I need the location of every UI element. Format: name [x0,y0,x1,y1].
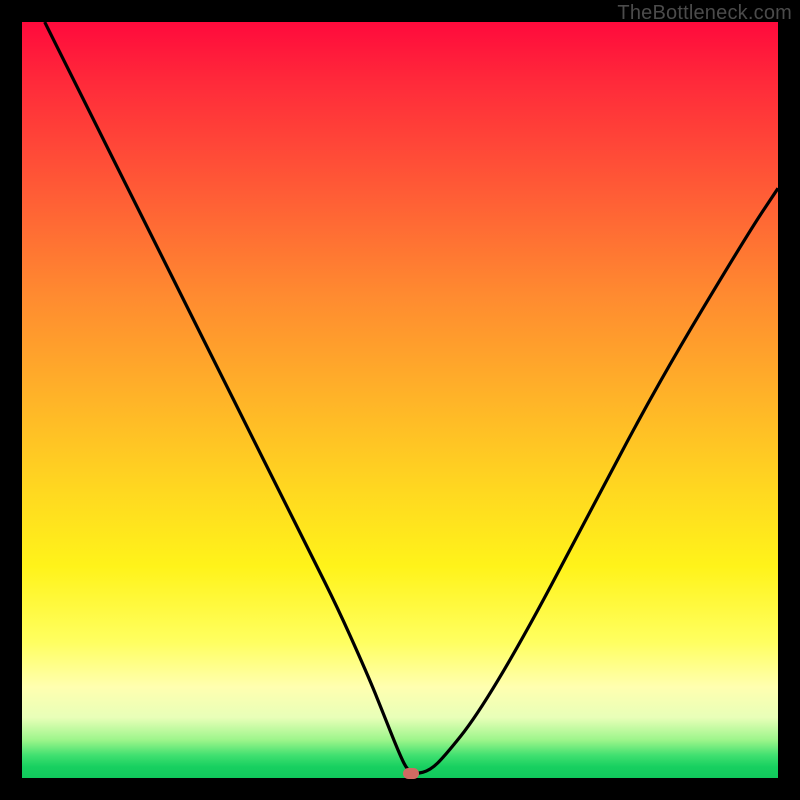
watermark-text: TheBottleneck.com [617,2,792,25]
optimal-point-marker [403,768,419,779]
chart-frame: TheBottleneck.com [0,0,800,800]
plot-area [22,22,778,778]
curve-path [45,22,778,773]
bottleneck-curve [22,22,778,778]
